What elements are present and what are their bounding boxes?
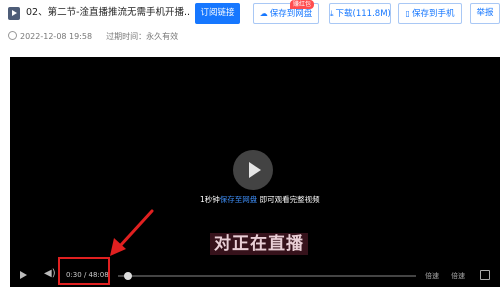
annotation-arrow-icon — [110, 209, 154, 256]
